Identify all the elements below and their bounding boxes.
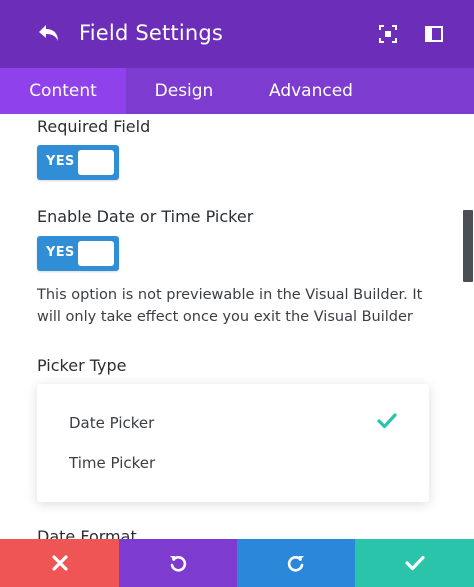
save-button[interactable] <box>355 539 474 587</box>
option-date-picker[interactable]: Date Picker <box>69 414 154 432</box>
required-field-label: Required Field <box>37 117 151 136</box>
undo-arrow-icon <box>39 25 58 41</box>
toggle-state-label: YES <box>46 154 75 169</box>
undo-icon <box>170 556 187 572</box>
settings-panel: Required Field YES Enable Date or Time P… <box>0 114 474 539</box>
tab-content[interactable]: Content <box>0 68 126 114</box>
option-time-picker[interactable]: Time Picker <box>69 454 155 472</box>
scrollbar-thumb[interactable] <box>463 210 473 282</box>
toggle-state-label: YES <box>46 245 75 260</box>
back-button[interactable] <box>36 22 62 46</box>
required-field-toggle[interactable]: YES <box>37 145 119 180</box>
redo-button[interactable] <box>237 539 355 587</box>
action-footer <box>0 539 474 587</box>
help-text: This option is not previewable in the Vi… <box>37 287 423 325</box>
check-icon <box>377 413 397 429</box>
sidebar-layout-button[interactable] <box>424 24 444 44</box>
settings-tabs: Content Design Advanced <box>0 68 474 114</box>
expand-icon <box>379 25 397 43</box>
redo-icon <box>287 556 304 572</box>
check-icon <box>404 555 425 571</box>
date-time-picker-toggle[interactable]: YES <box>37 236 119 271</box>
undo-button[interactable] <box>119 539 237 587</box>
sidebar-layout-icon <box>425 26 443 42</box>
page-title: Field Settings <box>79 21 224 45</box>
tab-advanced[interactable]: Advanced <box>242 68 380 114</box>
picker-type-label: Picker Type <box>37 356 127 375</box>
toggle-knob <box>78 241 114 266</box>
date-time-picker-label: Enable Date or Time Picker <box>37 207 254 226</box>
tab-design[interactable]: Design <box>126 68 242 114</box>
settings-header: Field Settings <box>0 0 474 68</box>
toggle-knob <box>78 150 114 175</box>
close-icon <box>51 555 68 571</box>
expand-button[interactable] <box>378 24 398 44</box>
picker-type-dropdown: Date Picker Time Picker <box>37 384 429 502</box>
discard-button[interactable] <box>0 539 119 587</box>
date-format-label: Date Format <box>37 527 137 539</box>
